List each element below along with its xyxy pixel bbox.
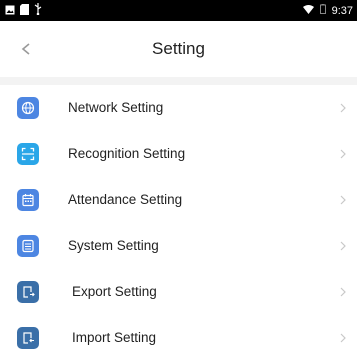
system-setting-item[interactable]: System Setting [0, 223, 357, 269]
globe-icon [21, 101, 35, 115]
list-icon [22, 239, 34, 253]
export-setting-item[interactable]: Export Setting [0, 269, 357, 315]
chevron-left-icon [21, 43, 30, 55]
status-bar: 9:37 [0, 0, 357, 21]
export-tile [17, 281, 39, 303]
recognition-tile [17, 143, 39, 165]
import-icon [23, 332, 34, 344]
system-setting-label: System Setting [68, 238, 159, 253]
section-divider [0, 77, 357, 85]
chevron-right-icon [340, 333, 346, 343]
page-title: Setting [152, 39, 205, 58]
attendance-setting-item[interactable]: Attendance Setting [0, 177, 357, 223]
network-setting-label: Network Setting [68, 100, 164, 115]
usb-icon [34, 2, 42, 20]
export-setting-label: Export Setting [72, 284, 157, 299]
attendance-setting-label: Attendance Setting [68, 192, 183, 207]
battery-icon [319, 4, 326, 17]
chevron-right-icon [340, 287, 346, 297]
app-bar: Setting [0, 21, 357, 77]
settings-list: Network Setting Recognition Setting Atte… [0, 85, 357, 361]
import-setting-item[interactable]: Import Setting [0, 315, 357, 361]
export-icon [23, 286, 35, 298]
chevron-right-icon [340, 103, 346, 113]
attendance-tile [17, 189, 39, 211]
wifi-icon [302, 4, 314, 17]
network-setting-item[interactable]: Network Setting [0, 85, 357, 131]
chevron-right-icon [340, 195, 346, 205]
image-icon [5, 2, 15, 20]
recognition-setting-label: Recognition Setting [68, 146, 186, 161]
import-setting-label: Import Setting [72, 330, 157, 345]
system-tile [17, 235, 39, 257]
scan-icon [21, 147, 35, 161]
status-icons-left [5, 2, 47, 20]
calendar-icon [22, 194, 34, 207]
chevron-right-icon [340, 241, 346, 251]
network-tile [17, 97, 39, 119]
import-tile [17, 327, 39, 349]
status-icons-right: 9:37 [297, 3, 353, 18]
back-button[interactable] [16, 38, 38, 60]
status-time: 9:37 [331, 4, 353, 17]
recognition-setting-item[interactable]: Recognition Setting [0, 131, 357, 177]
chevron-right-icon [340, 149, 346, 159]
sd-card-icon [20, 2, 29, 20]
